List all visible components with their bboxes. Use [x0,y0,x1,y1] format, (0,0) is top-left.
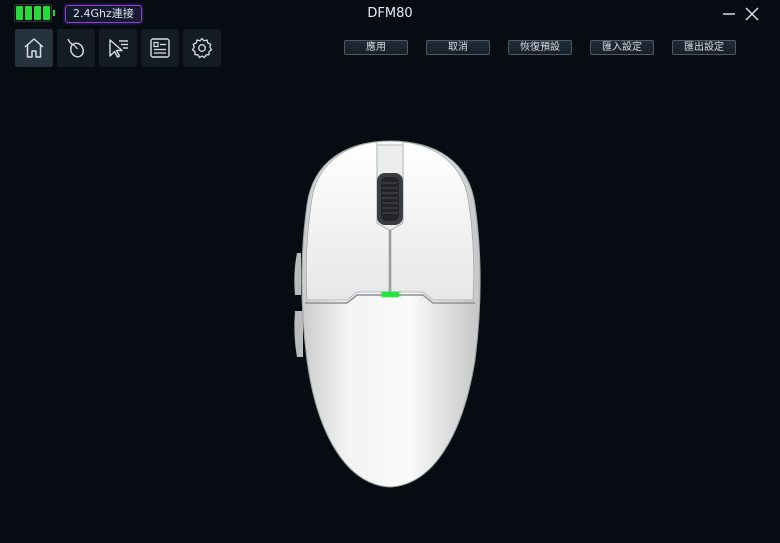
minimize-button[interactable] [719,4,739,24]
title-bar: 2.4Ghz連接 DFM80 [0,0,780,30]
nav-settings[interactable] [183,29,221,67]
scroll-wheel [381,177,399,221]
mouse-preview [285,135,495,499]
home-icon [24,38,44,58]
cancel-button[interactable]: 取消 [426,40,490,55]
close-button[interactable] [742,4,762,24]
macro-list-icon [150,38,170,58]
nav-home[interactable] [15,29,53,67]
pointer-settings-icon [109,39,128,58]
side-button-front [294,253,301,295]
nav-macro-list[interactable] [141,29,179,67]
minimize-icon [723,13,735,15]
import-settings-button[interactable]: 匯入設定 [590,40,654,55]
mouse-image [294,140,481,488]
scroll-wheel-grip [382,182,398,214]
gear-icon [191,37,213,59]
nav-mouse-buttons[interactable] [57,29,95,67]
main-nav [15,29,221,67]
side-button-back [294,311,303,357]
restore-default-button[interactable]: 恢復預設 [508,40,572,55]
left-button [305,141,390,301]
close-icon [745,7,759,21]
mouse-buttons-icon [67,38,84,58]
export-settings-button[interactable]: 匯出設定 [672,40,736,55]
window-title: DFM80 [367,6,413,21]
apply-button[interactable]: 應用 [344,40,408,55]
action-bar: 應用 取消 恢復預設 匯入設定 匯出設定 [344,40,736,55]
nav-pointer-settings[interactable] [99,29,137,67]
dpi-led-glow [380,291,401,298]
right-button [390,141,475,301]
